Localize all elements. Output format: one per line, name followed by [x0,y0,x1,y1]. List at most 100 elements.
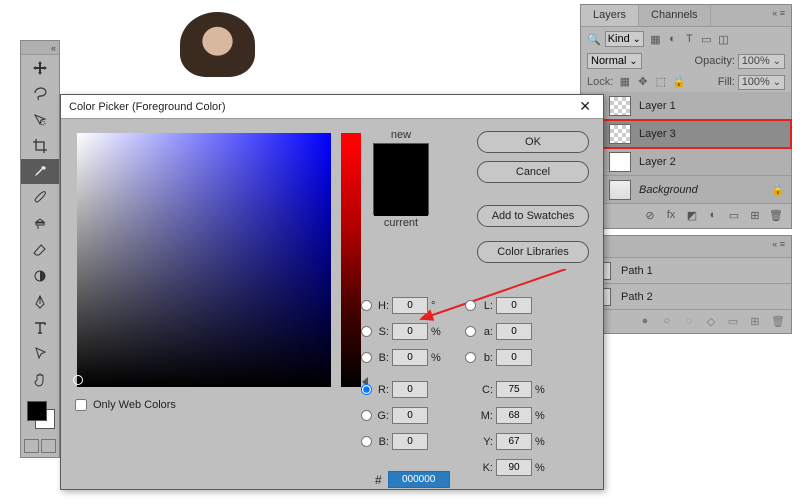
l-radio[interactable] [465,300,476,311]
lasso-tool[interactable] [21,81,59,107]
b-hsb-radio[interactable] [361,352,372,363]
layer-name[interactable]: Layer 3 [639,128,676,140]
only-web-colors-checkbox[interactable] [75,399,87,411]
cancel-button[interactable]: Cancel [477,161,589,183]
foreground-swatch[interactable] [27,401,47,421]
filter-smart-icon[interactable]: ◫ [716,33,731,46]
b-hsb-field[interactable] [392,349,428,366]
filter-shape-icon[interactable]: ▭ [699,33,714,46]
b-lab-field[interactable] [496,349,532,366]
lock-position-icon[interactable]: ✥ [636,75,649,88]
hex-field[interactable] [388,471,450,488]
a-field[interactable] [496,323,532,340]
path-item[interactable]: Path 2 [581,284,791,310]
quick-select-tool[interactable] [21,107,59,133]
path-item[interactable]: Path 1 [581,258,791,284]
mask-path-icon[interactable]: ▭ [727,315,739,328]
layer-thumbnail[interactable] [609,124,631,144]
y-field[interactable] [496,433,532,450]
s-field[interactable] [392,323,428,340]
layer-thumbnail[interactable] [609,96,631,116]
layer-item[interactable]: 👁 Layer 2 [581,148,791,176]
close-icon[interactable]: ✕ [575,98,595,115]
panel-collapse-icon[interactable]: « ≡ [766,236,791,257]
make-path-icon[interactable]: ◇ [705,315,717,328]
adjustment-icon[interactable]: ◐ [706,209,720,223]
fill-field[interactable]: 100% ⌄ [738,75,785,90]
path-select-tool[interactable] [21,341,59,367]
lock-artboard-icon[interactable]: ⬚ [654,75,667,88]
r-field[interactable] [392,381,428,398]
r-radio[interactable] [361,384,372,395]
lock-all-icon[interactable]: 🔒 [672,75,685,88]
path-name[interactable]: Path 1 [621,265,653,277]
gradient-tool[interactable] [21,263,59,289]
fill-path-icon[interactable]: ● [639,315,651,328]
group-icon[interactable]: ▭ [727,209,741,223]
hue-slider[interactable] [341,133,361,387]
lock-pixels-icon[interactable]: ▦ [618,75,631,88]
l-field[interactable] [496,297,532,314]
eraser-tool[interactable] [21,237,59,263]
new-current-swatch[interactable] [373,143,429,215]
layer-name[interactable]: Layer 2 [639,156,676,168]
eyedropper-tool[interactable] [21,159,59,185]
layer-name[interactable]: Layer 1 [639,100,676,112]
pen-tool[interactable] [21,289,59,315]
filter-adjust-icon[interactable]: ◐ [665,33,680,46]
tools-collapse-bar[interactable]: « [21,41,59,55]
layer-item[interactable]: 👁 Layer 3 [581,120,791,148]
stroke-path-icon[interactable]: ○ [661,315,673,328]
fg-bg-swatches[interactable] [21,397,59,435]
layer-filter-icons[interactable]: ▦ ◐ T ▭ ◫ [648,33,731,46]
b-rgb-field[interactable] [392,433,428,450]
h-radio[interactable] [361,300,372,311]
color-libraries-button[interactable]: Color Libraries [477,241,589,263]
path-name[interactable]: Path 2 [621,291,653,303]
fx-icon[interactable]: fx [664,209,678,223]
dialog-titlebar[interactable]: Color Picker (Foreground Color) ✕ [61,95,603,119]
hex-label: # [375,473,382,487]
layer-item[interactable]: 👁 Background 🔒 [581,176,791,204]
move-tool[interactable] [21,55,59,81]
tab-layers[interactable]: Layers [581,5,639,26]
h-field[interactable] [392,297,428,314]
s-radio[interactable] [361,326,372,337]
layer-filter-kind[interactable]: Kind ⌄ [605,31,644,47]
type-tool[interactable] [21,315,59,341]
opacity-field[interactable]: 100% ⌄ [738,54,785,69]
layer-thumbnail[interactable] [609,180,631,200]
brush-tool[interactable] [21,185,59,211]
filter-type-icon[interactable]: T [682,33,697,46]
new-layer-icon[interactable]: ⊞ [748,209,762,223]
crop-tool[interactable] [21,133,59,159]
filter-pixel-icon[interactable]: ▦ [648,33,663,46]
add-to-swatches-button[interactable]: Add to Swatches [477,205,589,227]
new-path-icon[interactable]: ⊞ [749,315,761,328]
delete-path-icon[interactable]: 🗑 [771,315,783,328]
screen-mode-icons[interactable] [21,435,59,457]
link-layers-icon[interactable]: ⊘ [643,209,657,223]
blend-mode-select[interactable]: Normal ⌄ [587,53,642,69]
panel-collapse-icon[interactable]: « ≡ [766,5,791,26]
clone-stamp-tool[interactable] [21,211,59,237]
g-radio[interactable] [361,410,372,421]
layer-thumbnail[interactable] [609,152,631,172]
tab-channels[interactable]: Channels [639,5,710,26]
a-radio[interactable] [465,326,476,337]
ok-button[interactable]: OK [477,131,589,153]
saturation-value-field[interactable] [77,133,331,387]
c-field[interactable] [496,381,532,398]
selection-icon[interactable]: ◌ [683,315,695,328]
layer-item[interactable]: 👁 Layer 1 [581,92,791,120]
b-lab-radio[interactable] [465,352,476,363]
hand-tool[interactable] [21,367,59,393]
new-label: new [373,129,429,141]
b-rgb-radio[interactable] [361,436,372,447]
g-field[interactable] [392,407,428,424]
k-field[interactable] [496,459,532,476]
mask-icon[interactable]: ◩ [685,209,699,223]
m-field[interactable] [496,407,532,424]
layer-name[interactable]: Background [639,184,698,196]
delete-icon[interactable]: 🗑 [769,209,783,223]
